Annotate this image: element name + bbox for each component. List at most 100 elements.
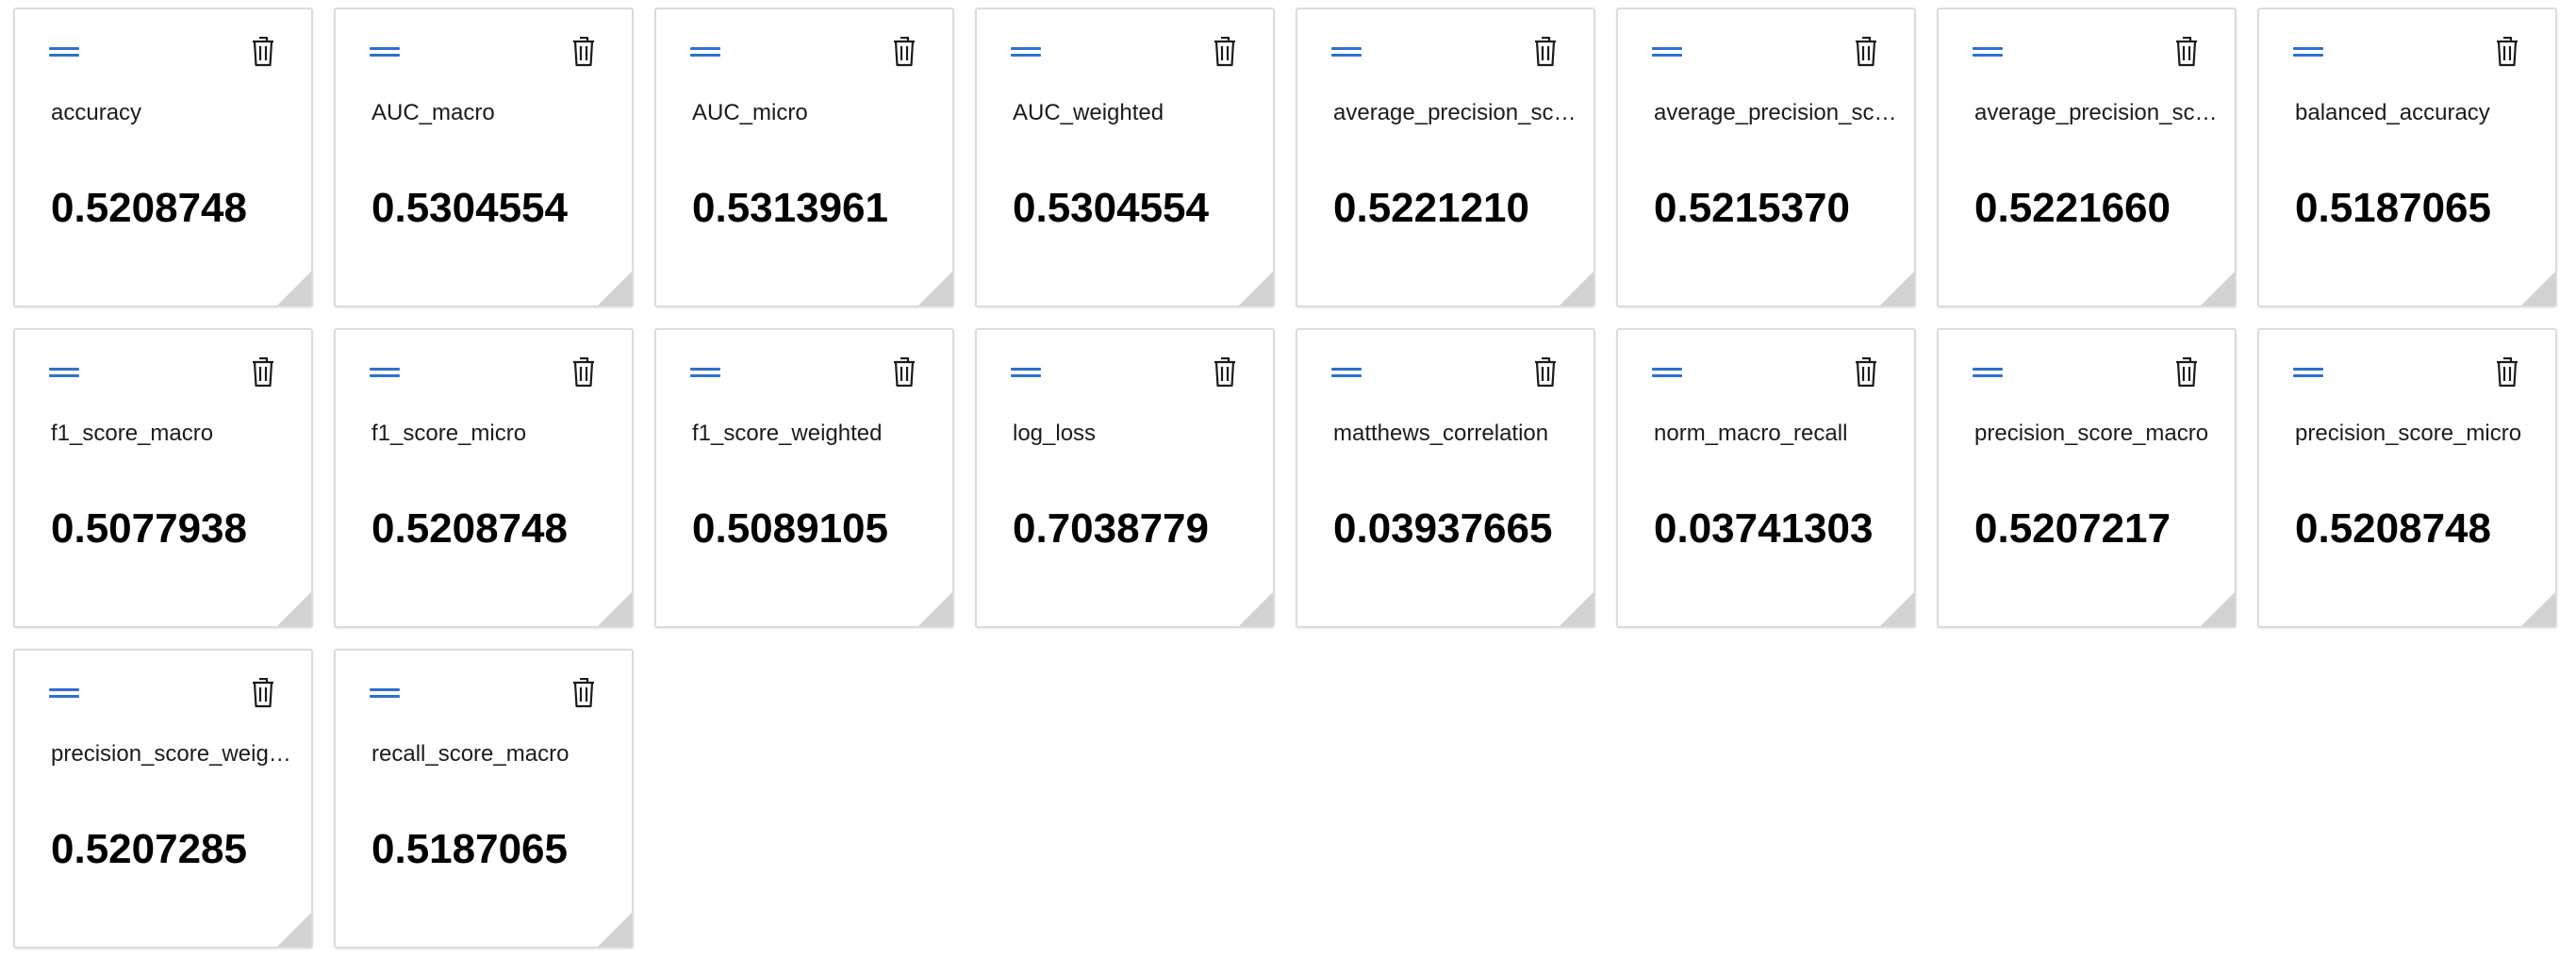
drag-handle-icon[interactable]	[49, 45, 79, 58]
trash-icon	[253, 357, 273, 388]
metric-value: 0.5313961	[692, 185, 888, 231]
metric-name: norm_macro_recall	[1654, 421, 1848, 446]
resize-handle-icon[interactable]	[918, 592, 952, 626]
resize-handle-icon[interactable]	[1239, 272, 1273, 306]
trash-icon	[2497, 357, 2518, 388]
resize-handle-icon[interactable]	[1880, 272, 1914, 306]
delete-button[interactable]	[1852, 356, 1880, 388]
resize-handle-icon[interactable]	[2201, 592, 2235, 626]
drag-handle-icon[interactable]	[370, 686, 400, 700]
resize-handle-icon[interactable]	[1880, 592, 1914, 626]
drag-handle-icon[interactable]	[1652, 45, 1682, 58]
delete-button[interactable]	[570, 36, 598, 68]
metric-tile: precision_score_macro 0.5207217	[1937, 328, 2237, 628]
metric-value: 0.03741303	[1654, 505, 1874, 552]
delete-button[interactable]	[1211, 36, 1239, 68]
resize-handle-icon[interactable]	[1239, 592, 1273, 626]
delete-button[interactable]	[890, 36, 918, 68]
resize-handle-icon[interactable]	[277, 272, 311, 306]
metric-tile: balanced_accuracy 0.5187065	[2257, 8, 2557, 307]
resize-handle-icon[interactable]	[1560, 592, 1593, 626]
trash-icon	[1856, 357, 1876, 388]
metric-value: 0.5215370	[1654, 185, 1850, 231]
drag-handle-icon[interactable]	[49, 366, 79, 379]
trash-icon	[2497, 37, 2518, 67]
delete-button[interactable]	[570, 677, 598, 709]
drag-handle-icon[interactable]	[690, 366, 720, 379]
metric-tile: f1_score_macro 0.5077938	[13, 328, 313, 628]
delete-button[interactable]	[570, 356, 598, 388]
resize-handle-icon[interactable]	[1560, 272, 1593, 306]
drag-handle-icon[interactable]	[1973, 366, 2003, 379]
metric-tile: log_loss 0.7038779	[975, 328, 1275, 628]
metric-name: accuracy	[51, 100, 142, 125]
metric-value: 0.5077938	[51, 505, 247, 552]
metric-tile: accuracy 0.5208748	[13, 8, 313, 307]
resize-handle-icon[interactable]	[277, 913, 311, 947]
delete-button[interactable]	[249, 36, 277, 68]
metric-name: recall_score_macro	[372, 741, 570, 767]
metric-value: 0.5221660	[1974, 185, 2171, 231]
drag-handle-icon[interactable]	[690, 45, 720, 58]
metric-value: 0.5208748	[51, 185, 247, 231]
trash-icon	[894, 37, 915, 67]
delete-button[interactable]	[2172, 36, 2201, 68]
metric-value: 0.5208748	[372, 505, 568, 552]
drag-handle-icon[interactable]	[1011, 366, 1041, 379]
delete-button[interactable]	[2493, 356, 2521, 388]
metric-name: average_precision_sco...	[1974, 100, 2221, 125]
metric-value: 0.5304554	[1013, 185, 1209, 231]
trash-icon	[1856, 37, 1876, 67]
metric-value: 0.5304554	[372, 185, 568, 231]
drag-handle-icon[interactable]	[370, 45, 400, 58]
drag-handle-icon[interactable]	[1011, 45, 1041, 58]
trash-icon	[894, 357, 915, 388]
delete-button[interactable]	[2172, 356, 2201, 388]
delete-button[interactable]	[1211, 356, 1239, 388]
trash-icon	[1535, 357, 1556, 388]
drag-handle-icon[interactable]	[49, 686, 79, 700]
resize-handle-icon[interactable]	[277, 592, 311, 626]
drag-handle-icon[interactable]	[1652, 366, 1682, 379]
metric-value: 0.5208748	[2295, 505, 2491, 552]
resize-handle-icon[interactable]	[918, 272, 952, 306]
metric-value: 0.5089105	[692, 505, 888, 552]
metric-tile: average_precision_sco... 0.5215370	[1616, 8, 1916, 307]
metric-name: AUC_weighted	[1013, 100, 1164, 125]
resize-handle-icon[interactable]	[598, 272, 632, 306]
metric-value: 0.5207285	[51, 826, 247, 872]
delete-button[interactable]	[1531, 36, 1560, 68]
trash-icon	[2176, 357, 2197, 388]
metric-value: 0.5207217	[1974, 505, 2171, 552]
trash-icon	[1214, 37, 1235, 67]
drag-handle-icon[interactable]	[1973, 45, 2003, 58]
drag-handle-icon[interactable]	[370, 366, 400, 379]
resize-handle-icon[interactable]	[2521, 592, 2555, 626]
metric-tile: matthews_correlation 0.03937665	[1296, 328, 1595, 628]
delete-button[interactable]	[249, 356, 277, 388]
metric-value: 0.5221210	[1333, 185, 1529, 231]
resize-handle-icon[interactable]	[598, 592, 632, 626]
trash-icon	[573, 678, 594, 708]
metric-tile: recall_score_macro 0.5187065	[334, 649, 634, 949]
delete-button[interactable]	[2493, 36, 2521, 68]
trash-icon	[573, 37, 594, 67]
metric-name: f1_score_weighted	[692, 421, 883, 446]
metric-tile: average_precision_sco... 0.5221660	[1937, 8, 2237, 307]
metric-name: average_precision_sco...	[1333, 100, 1580, 125]
drag-handle-icon[interactable]	[1331, 45, 1362, 58]
drag-handle-icon[interactable]	[1331, 366, 1362, 379]
metric-tile: precision_score_weigh... 0.5207285	[13, 649, 313, 949]
delete-button[interactable]	[1852, 36, 1880, 68]
resize-handle-icon[interactable]	[2201, 272, 2235, 306]
delete-button[interactable]	[890, 356, 918, 388]
resize-handle-icon[interactable]	[2521, 272, 2555, 306]
drag-handle-icon[interactable]	[2293, 45, 2323, 58]
delete-button[interactable]	[249, 677, 277, 709]
metric-name: AUC_micro	[692, 100, 808, 125]
delete-button[interactable]	[1531, 356, 1560, 388]
resize-handle-icon[interactable]	[598, 913, 632, 947]
drag-handle-icon[interactable]	[2293, 366, 2323, 379]
metric-name: precision_score_weigh...	[51, 741, 298, 767]
metric-value: 0.5187065	[2295, 185, 2491, 231]
